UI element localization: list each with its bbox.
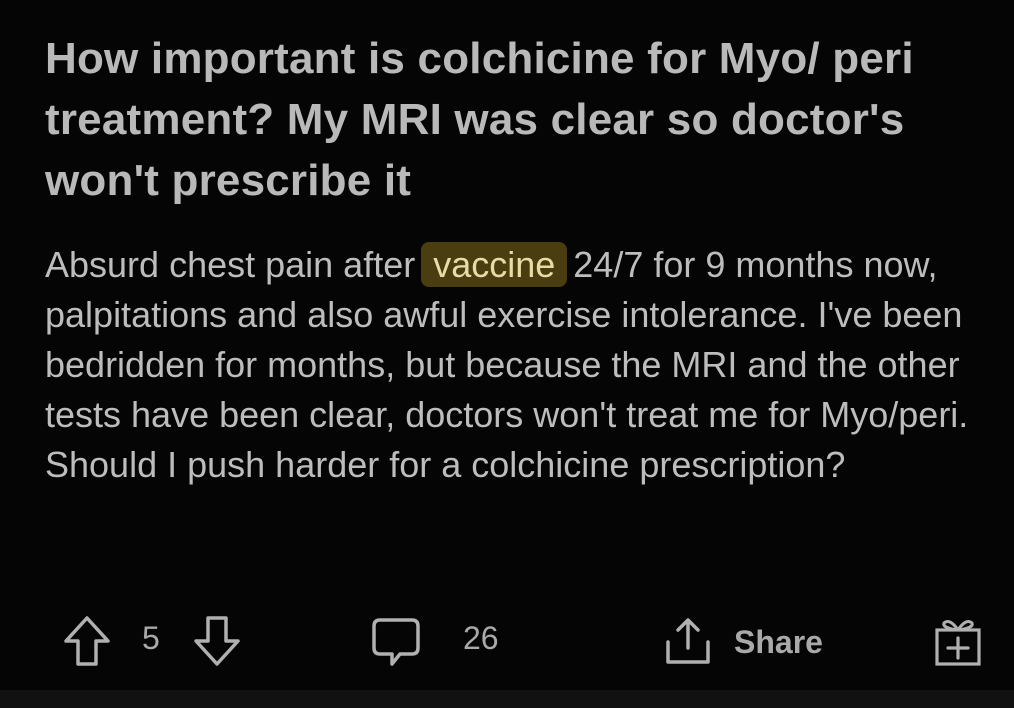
- comment-count-wrap: 26: [463, 620, 499, 657]
- post-action-bar: 5 26 Share: [0, 610, 1014, 670]
- arrow-down-icon: [192, 614, 242, 668]
- post-title[interactable]: How important is colchicine for Myo/ per…: [45, 28, 975, 211]
- share-label: Share: [734, 623, 823, 660]
- award-button[interactable]: [932, 614, 984, 670]
- arrow-up-icon: [62, 614, 112, 668]
- highlighted-keyword: vaccine: [421, 242, 568, 287]
- post-card[interactable]: How important is colchicine for Myo/ per…: [0, 0, 1014, 690]
- comment-bubble-icon: [370, 614, 422, 670]
- post-body: Absurd chest pain after vaccine 24/7 for…: [45, 240, 975, 490]
- share-icon: [662, 614, 714, 670]
- share-button[interactable]: Share: [662, 614, 823, 670]
- vote-count: 5: [142, 620, 160, 656]
- comments-button[interactable]: [370, 614, 422, 670]
- gift-icon: [932, 614, 984, 670]
- bottom-divider: [0, 690, 1014, 708]
- vote-count-wrap: 5: [142, 620, 160, 657]
- comment-count: 26: [463, 620, 499, 656]
- downvote-button[interactable]: [192, 614, 242, 668]
- upvote-button[interactable]: [62, 614, 112, 668]
- post-body-text-start: Absurd chest pain after: [45, 244, 426, 285]
